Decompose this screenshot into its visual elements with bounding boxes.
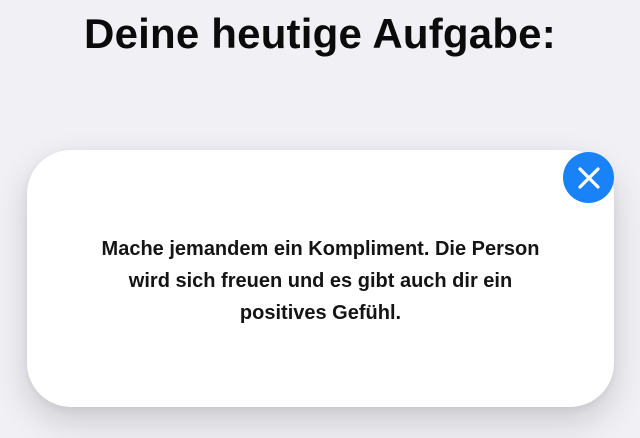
close-icon bbox=[577, 166, 600, 189]
close-button[interactable] bbox=[563, 152, 614, 203]
page-title: Deine heutige Aufgabe: bbox=[84, 10, 556, 57]
task-card: Mache jemandem ein Kompliment. Die Perso… bbox=[27, 150, 614, 407]
task-screen: Deine heutige Aufgabe: Mache jemandem ei… bbox=[0, 0, 640, 438]
task-text: Mache jemandem ein Kompliment. Die Perso… bbox=[101, 237, 540, 324]
